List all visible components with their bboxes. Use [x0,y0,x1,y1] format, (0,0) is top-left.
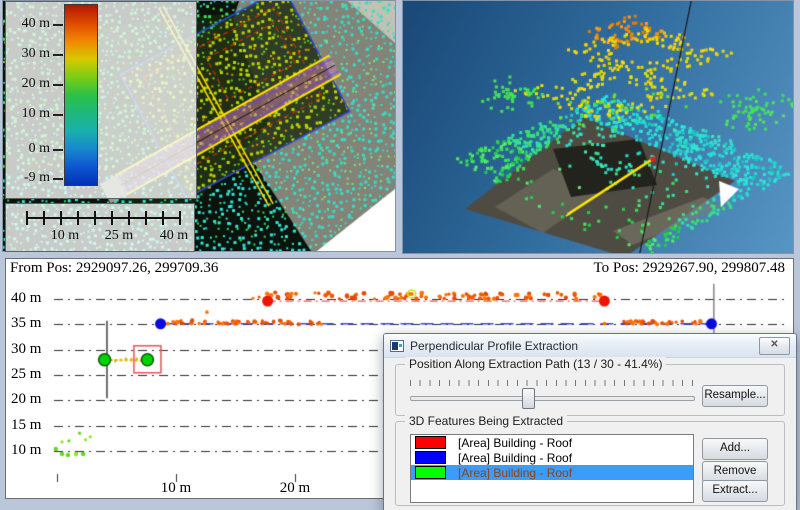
view-3d[interactable] [402,0,794,254]
add-button[interactable]: Add... [702,438,768,460]
legend-tick-label: 30 m [8,46,50,62]
profile-x-tick-label: 10 m [150,480,202,497]
lidar-app-window: 40 m 30 m 20 m 10 m 0 m -9 m 10 m 25 m 40 m Fro… [0,0,800,510]
scale-label: 10 m [45,228,85,244]
view-3d-canvas[interactable] [403,1,793,253]
feature-row[interactable]: [Area] Building - Roof [411,450,693,465]
legend-tick-label: 40 m [8,16,50,32]
feature-color-swatch [415,436,446,449]
feature-label: [Area] Building - Roof [458,436,572,450]
resample-button[interactable]: Resample... [702,385,768,407]
legend-tick-label: 0 m [8,141,50,157]
feature-row[interactable]: [Area] Building - Roof [411,465,693,480]
features-listbox[interactable]: [Area] Building - Roof[Area] Building - … [410,434,694,503]
profile-x-tick-label: 20 m [269,480,321,497]
features-group-label: 3D Features Being Extracted [405,414,567,428]
dialog-titlebar[interactable]: Perpendicular Profile Extraction ✕ [384,334,796,358]
position-group-label: Position Along Extraction Path (13 / 30 … [405,357,666,371]
legend-tick-mark [53,178,63,180]
elevation-color-ramp [64,4,98,186]
profile-y-tick-label: 30 m [11,341,51,358]
perpendicular-profile-extraction-dialog: Perpendicular Profile Extraction ✕ Posit… [383,333,797,510]
legend-tick-mark [53,24,63,26]
slider-tickmarks [410,380,693,386]
position-groupbox: Position Along Extraction Path (13 / 30 … [395,364,785,416]
feature-label: [Area] Building - Roof [458,466,572,480]
legend-tick-mark [53,54,63,56]
scale-label: 40 m [154,228,194,244]
feature-color-swatch [415,466,446,479]
legend-tick-label: 20 m [8,76,50,92]
profile-y-tick-label: 25 m [11,366,51,383]
scale-label: 25 m [99,228,139,244]
profile-y-tick-label: 20 m [11,391,51,408]
profile-y-tick-label: 40 m [11,290,51,307]
feature-label: [Area] Building - Roof [458,451,572,465]
profile-y-tick-label: 35 m [11,315,51,332]
feature-row[interactable]: [Area] Building - Roof [411,435,693,450]
to-pos-label: To Pos: 2929267.90, 299807.48 [594,260,785,277]
map-view-2d[interactable]: 40 m 30 m 20 m 10 m 0 m -9 m 10 m 25 m 40 m [2,0,396,252]
feature-color-swatch [415,451,446,464]
profile-y-tick-label: 15 m [11,417,51,434]
dialog-app-icon [390,340,404,352]
profile-y-tick-label: 10 m [11,442,51,459]
legend-tick-label: -9 m [8,170,50,186]
features-groupbox: 3D Features Being Extracted [Area] Build… [395,421,785,506]
close-icon[interactable]: ✕ [759,337,790,355]
elevation-legend: 40 m 30 m 20 m 10 m 0 m -9 m [5,1,197,199]
extract-button[interactable]: Extract... [702,480,768,502]
legend-tick-mark [53,149,63,151]
scale-ruler-line [26,217,180,219]
map-scale-bar: 10 m 25 m 40 m [5,203,195,252]
legend-tick-mark [53,114,63,116]
position-slider[interactable] [410,396,695,401]
legend-tick-label: 10 m [8,106,50,122]
from-pos-label: From Pos: 2929097.26, 299709.36 [10,260,218,277]
legend-tick-mark [53,84,63,86]
dialog-title: Perpendicular Profile Extraction [410,339,759,353]
slider-thumb[interactable] [522,388,535,409]
